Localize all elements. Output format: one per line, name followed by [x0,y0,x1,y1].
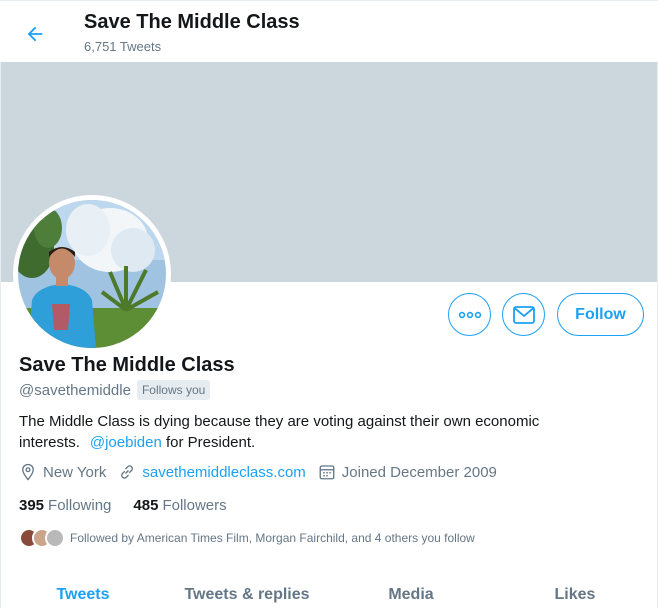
back-button[interactable] [18,17,52,51]
followers-stat[interactable]: 485 Followers [133,497,226,514]
tab-likes[interactable]: Likes [493,577,657,608]
avatar[interactable] [13,195,171,353]
follows-you-badge: Follows you [136,380,211,400]
tab-tweets-replies[interactable]: Tweets & replies [165,577,329,608]
profile-handle: @savethemiddle [19,381,131,399]
website-link[interactable]: savethemiddleclass.com [142,464,305,481]
profile-header: Save The Middle Class 6,751 Tweets [0,0,658,62]
website: savethemiddleclass.com [118,463,306,481]
follow-stats: 395 Following 485 Followers [19,497,227,514]
profile-tabs: Tweets Tweets & replies Media Likes [1,577,657,608]
link-icon [121,465,134,479]
following-label: Following [48,497,112,514]
location-text: New York [43,463,107,481]
tweet-count: 6,751 Tweets [84,39,162,54]
arrow-left-icon [27,26,43,42]
profile-meta: New York savethemiddleclass.com Joined D… [19,463,509,481]
more-icon [458,311,481,318]
bio-suffix: for President. [161,434,256,451]
envelope-icon [512,305,535,324]
calendar-icon [319,465,335,480]
bio-mention-link[interactable]: @joebiden [90,434,162,451]
follow-button[interactable]: Follow [557,293,644,336]
profile-name: Save The Middle Class [19,354,235,376]
followers-count: 485 [133,497,159,514]
location: New York [19,463,106,481]
handle-row: @savethemiddle Follows you [19,380,211,400]
tab-tweets[interactable]: Tweets [1,577,165,608]
mutual-avatar [45,528,65,548]
profile-bio: The Middle Class is dying because they a… [19,411,619,453]
following-stat[interactable]: 395 Following [19,497,111,514]
mutual-avatars [19,528,65,548]
following-count: 395 [19,497,45,514]
followed-by-text: Followed by American Times Film, Morgan … [70,531,475,545]
followers-label: Followers [162,497,227,514]
tab-media[interactable]: Media [329,577,493,608]
header-title: Save The Middle Class [84,11,300,33]
more-button[interactable] [448,293,491,336]
avatar-photo [18,200,166,348]
followed-by-row[interactable]: Followed by American Times Film, Morgan … [19,528,475,548]
message-button[interactable] [502,293,545,336]
joined-date: Joined December 2009 [318,463,497,481]
location-pin-icon [22,463,34,481]
joined-text: Joined December 2009 [341,463,497,481]
